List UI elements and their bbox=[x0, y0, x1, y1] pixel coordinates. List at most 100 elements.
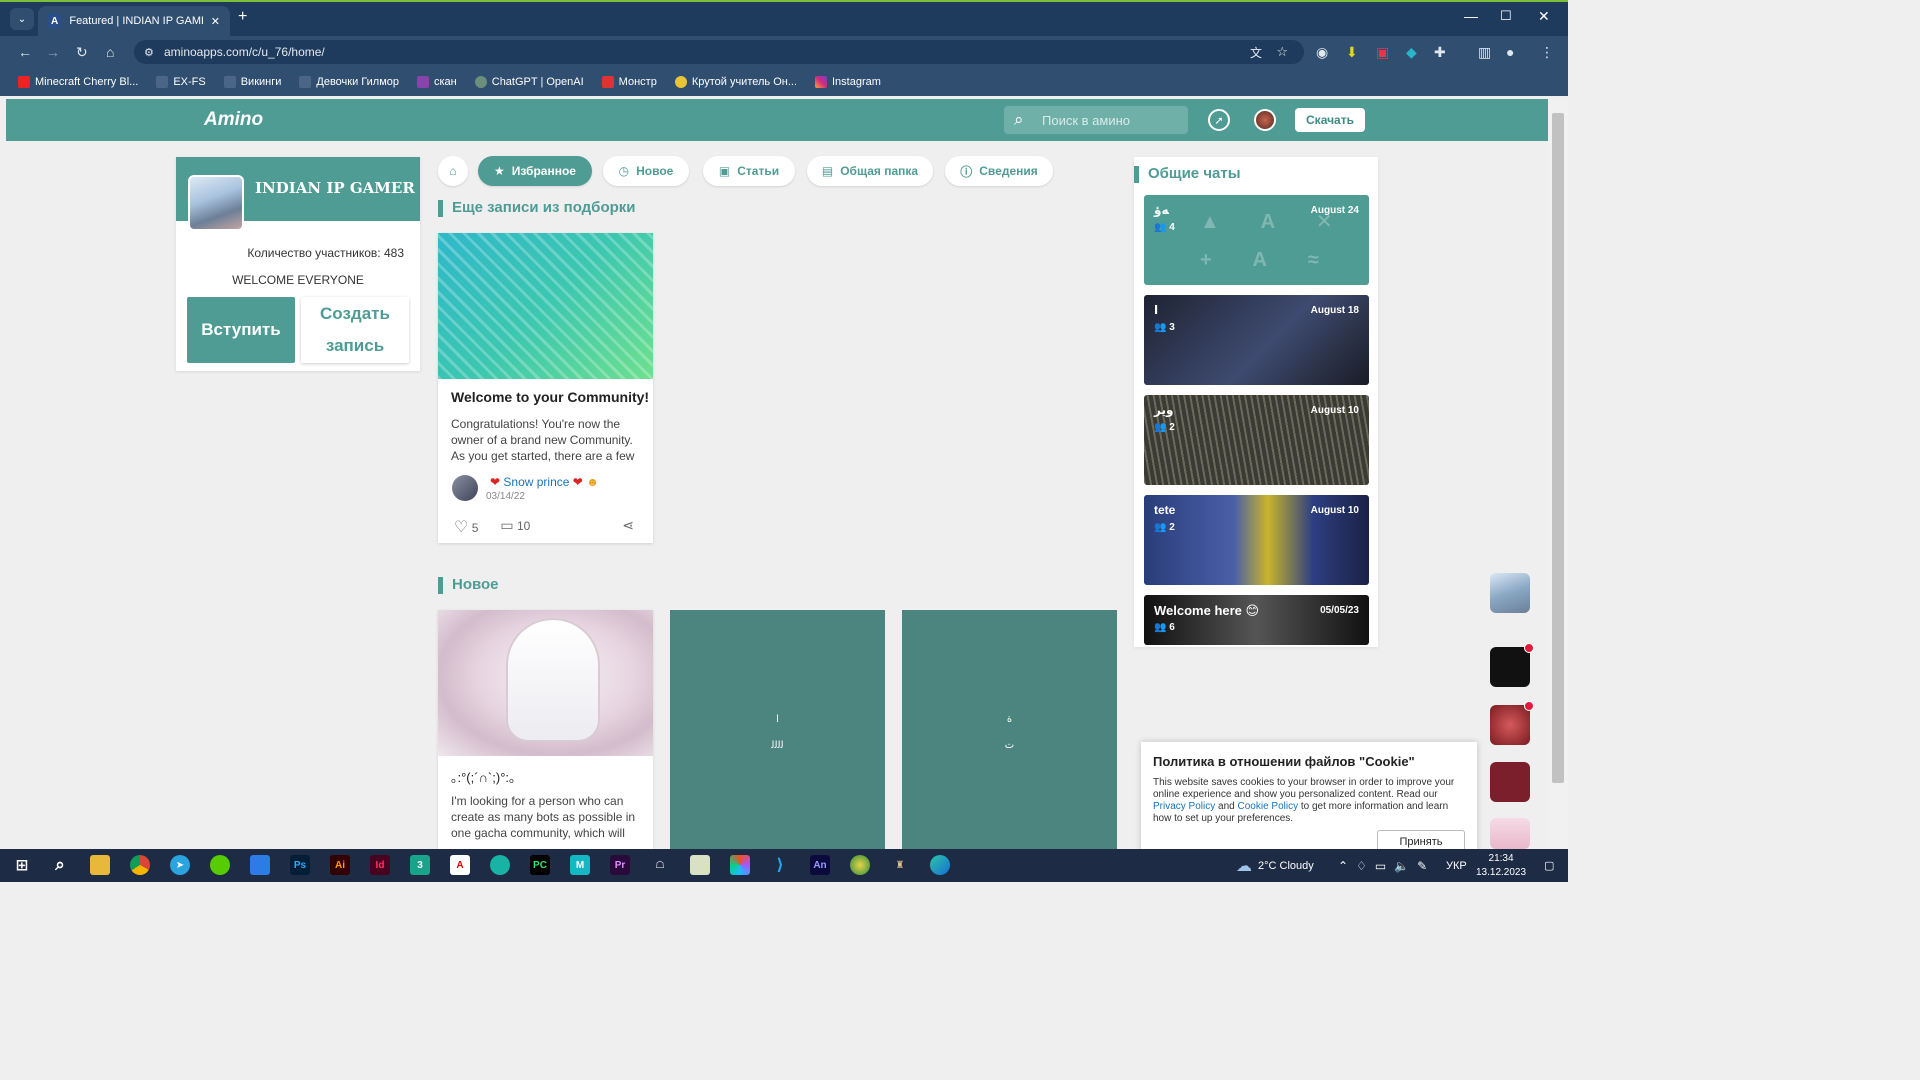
chat-item[interactable]: وير 👥 2 August 10 bbox=[1144, 395, 1369, 485]
create-post-button[interactable]: Создать запись bbox=[301, 297, 409, 363]
tray-icons[interactable]: ⌃ ♢ ▭ 🔈 ✎ bbox=[1338, 849, 1427, 882]
bookmark-star-icon[interactable]: ☆ bbox=[1276, 44, 1288, 60]
premiere-icon[interactable]: Pr bbox=[610, 855, 630, 875]
home-icon[interactable]: ⌂ bbox=[106, 36, 114, 68]
app-icon[interactable]: ☖ bbox=[650, 855, 670, 875]
bookmark-item[interactable]: скан bbox=[417, 76, 457, 88]
user-avatar[interactable] bbox=[1254, 109, 1276, 131]
tab-new[interactable]: ◷ Новое bbox=[603, 156, 689, 186]
community-switcher-item[interactable] bbox=[1490, 573, 1530, 613]
bookmark-item[interactable]: Крутой учитель Он... bbox=[674, 76, 797, 88]
maximize-icon[interactable]: ☐ bbox=[1500, 8, 1512, 24]
chat-item[interactable]: Welcome here 😊 👥 6 05/05/23 bbox=[1144, 595, 1369, 645]
tab-info[interactable]: ⓘ Сведения bbox=[945, 156, 1053, 186]
app-icon[interactable] bbox=[850, 855, 870, 875]
site-info-icon[interactable]: ⚙ bbox=[144, 46, 154, 59]
minimize-icon[interactable]: — bbox=[1464, 8, 1478, 24]
tab-shared-folder[interactable]: ▤ Общая папка bbox=[807, 156, 933, 186]
app-icon[interactable]: 3 bbox=[410, 855, 430, 875]
file-explorer-icon[interactable] bbox=[90, 855, 110, 875]
browser-tab-active[interactable]: A Featured | INDIAN IP GAMER / ✕ bbox=[38, 6, 230, 36]
bookmark-item[interactable]: Девочки Гилмор bbox=[299, 76, 399, 88]
community-switcher-item[interactable] bbox=[1490, 705, 1530, 745]
reload-icon[interactable]: ↻ bbox=[76, 36, 88, 68]
telegram-icon[interactable]: ➤ bbox=[170, 855, 190, 875]
bookmark-item[interactable]: Викинги bbox=[223, 76, 281, 88]
address-bar[interactable]: ⚙ aminoapps.com/c/u_76/home/ 文 ☆ bbox=[134, 40, 1304, 64]
edge-icon[interactable] bbox=[930, 855, 950, 875]
bookmark-item[interactable]: ChatGPT | OpenAI bbox=[474, 76, 584, 88]
join-button[interactable]: Вступить bbox=[187, 297, 295, 363]
illustrator-icon[interactable]: Ai bbox=[330, 855, 350, 875]
search-input[interactable]: ⌕ Поиск в амино bbox=[1004, 106, 1188, 134]
app-icon[interactable]: M bbox=[570, 855, 590, 875]
new-post-card[interactable]: ا ﻟﻟﻟﻟ bbox=[670, 610, 885, 849]
window-close-icon[interactable]: ✕ bbox=[1538, 8, 1550, 25]
page-scrollbar[interactable] bbox=[1548, 99, 1568, 849]
extensions-puzzle-icon[interactable]: ✚ bbox=[1434, 36, 1446, 68]
bookmark-item[interactable]: Minecraft Cherry Bl... bbox=[18, 76, 138, 88]
profile-avatar-icon[interactable]: ● bbox=[1506, 36, 1514, 68]
chat-item[interactable]: ا 👥 3 August 18 bbox=[1144, 295, 1369, 385]
explore-compass-icon[interactable]: ➚ bbox=[1208, 109, 1230, 131]
download-button[interactable]: Скачать bbox=[1295, 108, 1365, 132]
tab-articles[interactable]: ▣ Статьи bbox=[703, 156, 795, 186]
indesign-icon[interactable]: Id bbox=[370, 855, 390, 875]
app-icon[interactable] bbox=[490, 855, 510, 875]
network-icon[interactable]: ▭ bbox=[1375, 859, 1386, 873]
chevron-up-icon[interactable]: ⌃ bbox=[1338, 859, 1348, 873]
app-icon[interactable] bbox=[250, 855, 270, 875]
app-icon[interactable] bbox=[690, 855, 710, 875]
chat-item[interactable]: tete 👥 2 August 10 bbox=[1144, 495, 1369, 585]
search-icon[interactable]: ⌕ bbox=[50, 855, 70, 875]
back-icon[interactable]: ← bbox=[18, 36, 32, 68]
extension-vpn-icon[interactable]: ◆ bbox=[1406, 36, 1417, 68]
new-post-card[interactable]: ة ت bbox=[902, 610, 1117, 849]
windows-start-icon[interactable]: ⊞ bbox=[12, 855, 32, 875]
tab-list-chevron-icon[interactable]: ⌄ bbox=[10, 8, 34, 30]
scrollbar-thumb[interactable] bbox=[1552, 113, 1564, 783]
comment-button[interactable]: ▭ 10 bbox=[500, 517, 530, 537]
photoshop-icon[interactable]: Ps bbox=[290, 855, 310, 875]
vscode-icon[interactable]: ⟩ bbox=[770, 855, 790, 875]
forward-icon[interactable]: → bbox=[46, 36, 60, 68]
animate-icon[interactable]: An bbox=[810, 855, 830, 875]
amino-logo[interactable]: Amino bbox=[204, 109, 263, 131]
notification-icon[interactable]: ♢ bbox=[1356, 859, 1367, 873]
community-switcher-item[interactable] bbox=[1490, 647, 1530, 687]
new-tab-icon[interactable]: + bbox=[238, 8, 247, 26]
pen-icon[interactable]: ✎ bbox=[1417, 859, 1427, 873]
browser-menu-icon[interactable]: ⋮ bbox=[1540, 36, 1554, 68]
tab-close-icon[interactable]: ✕ bbox=[211, 15, 220, 28]
notification-center-icon[interactable]: ▢ bbox=[1544, 849, 1554, 882]
share-icon[interactable]: ⋖ bbox=[622, 517, 634, 537]
extension-badge-icon[interactable]: ▣ bbox=[1376, 36, 1389, 68]
community-switcher-item[interactable] bbox=[1490, 818, 1530, 849]
language-indicator[interactable]: УКР bbox=[1446, 849, 1467, 882]
duolingo-icon[interactable] bbox=[210, 855, 230, 875]
tab-home[interactable]: ⌂ bbox=[438, 156, 468, 186]
extension-camera-icon[interactable]: ◉ bbox=[1316, 36, 1328, 68]
side-panel-icon[interactable]: ▥ bbox=[1478, 36, 1491, 68]
weather-widget[interactable]: ☁ 2°C Cloudy bbox=[1236, 849, 1314, 882]
clock[interactable]: 21:34 13.12.2023 bbox=[1476, 852, 1526, 880]
author-avatar[interactable] bbox=[452, 475, 478, 501]
extension-download-icon[interactable]: ⬇ bbox=[1346, 36, 1358, 68]
community-avatar[interactable] bbox=[188, 175, 244, 231]
app-icon[interactable]: ♜ bbox=[890, 855, 910, 875]
volume-icon[interactable]: 🔈 bbox=[1394, 859, 1409, 873]
featured-post-card[interactable]: Welcome to your Community! Congratulatio… bbox=[438, 233, 653, 543]
chat-item[interactable]: ▲ A ✕+ A ≈ A + ﻪؤ 👥 4 August 24 bbox=[1144, 195, 1369, 285]
bookmark-item[interactable]: Instagram bbox=[815, 76, 881, 88]
cookie-policy-link[interactable]: Cookie Policy bbox=[1238, 801, 1299, 812]
figma-icon[interactable] bbox=[730, 855, 750, 875]
bookmark-item[interactable]: EX-FS bbox=[156, 76, 206, 88]
community-switcher-item[interactable] bbox=[1490, 762, 1530, 802]
author-name[interactable]: ❤ Snow prince ❤ ☻ bbox=[490, 475, 599, 489]
chrome-icon[interactable] bbox=[130, 855, 150, 875]
pycharm-icon[interactable]: PC bbox=[530, 855, 550, 875]
bookmark-item[interactable]: Монстр bbox=[601, 76, 657, 88]
tab-featured[interactable]: ★ Избранное bbox=[478, 156, 592, 186]
new-post-card[interactable]: ｡:°(;´∩`;)°:｡ I'm looking for a person w… bbox=[438, 610, 653, 849]
privacy-policy-link[interactable]: Privacy Policy bbox=[1153, 801, 1215, 812]
